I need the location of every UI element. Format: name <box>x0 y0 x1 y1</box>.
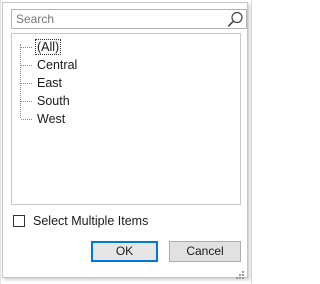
value-list: (All) Central East South West <box>11 33 241 205</box>
tree-item-south[interactable]: South <box>16 92 236 110</box>
select-multiple-label: Select Multiple Items <box>33 214 149 228</box>
column-gridline <box>251 0 252 284</box>
tree-item-label: West <box>37 112 66 126</box>
value-tree: (All) Central East South West <box>16 38 236 128</box>
ok-button[interactable]: OK <box>91 241 158 262</box>
filter-dropdown-panel: (All) Central East South West Select Mul… <box>2 2 248 279</box>
select-multiple-checkbox[interactable] <box>13 215 25 227</box>
tree-item-label: South <box>37 94 70 108</box>
tree-item-central[interactable]: Central <box>16 56 236 74</box>
search-box <box>11 9 247 29</box>
tree-item-all[interactable]: (All) <box>16 38 236 56</box>
tree-item-west[interactable]: West <box>16 110 236 128</box>
tree-item-label: Central <box>37 58 78 72</box>
tree-item-label: East <box>37 76 63 90</box>
cancel-button[interactable]: Cancel <box>169 241 241 262</box>
resize-grip-icon[interactable] <box>236 266 244 279</box>
search-icon[interactable] <box>227 11 244 28</box>
tree-item-east[interactable]: East <box>16 74 236 92</box>
select-multiple-row[interactable]: Select Multiple Items <box>13 213 148 229</box>
search-input[interactable] <box>14 11 223 27</box>
tree-item-label: (All) <box>34 39 62 55</box>
